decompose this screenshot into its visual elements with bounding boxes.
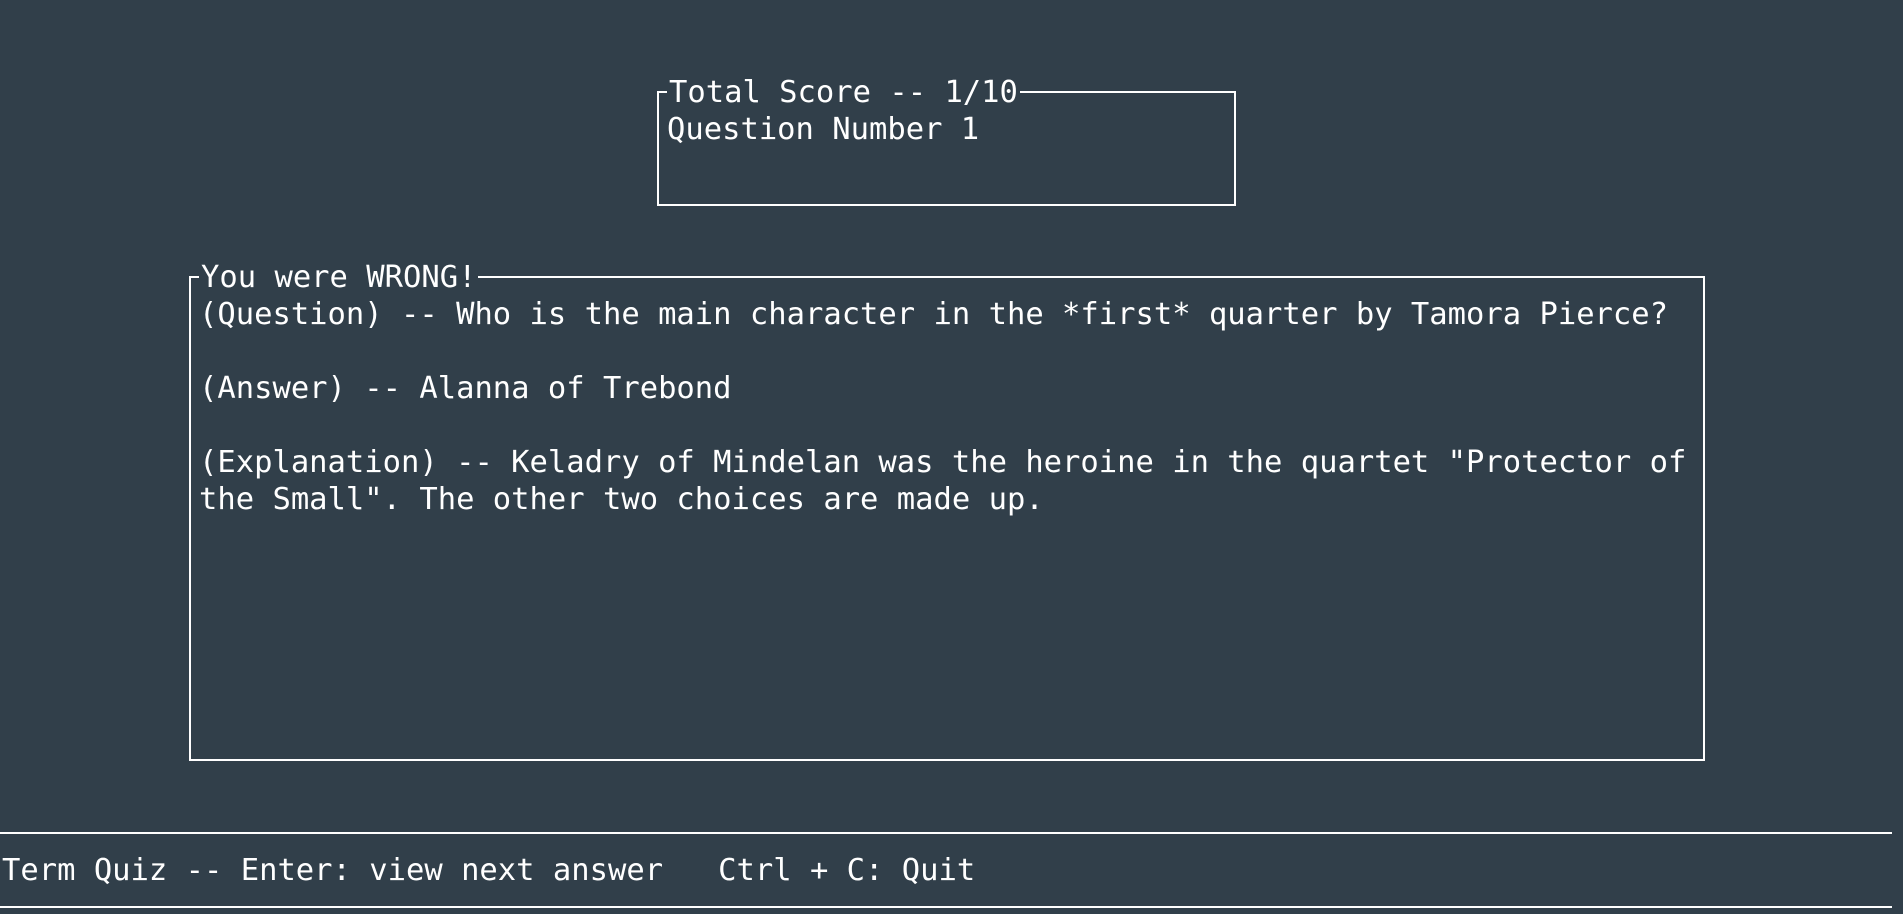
result-panel: You were WRONG! (Question) -- Who is the…: [189, 259, 1705, 761]
answer-text: (Answer) -- Alanna of Trebond: [199, 371, 732, 406]
status-bar-text: Term Quiz -- Enter: view next answer Ctr…: [2, 853, 976, 888]
result-panel-title: You were WRONG!: [199, 259, 479, 296]
explanation-text-line-1: (Explanation) -- Keladry of Mindelan was…: [199, 445, 1687, 480]
score-panel: Total Score -- 1/10 Question Number 1: [657, 74, 1236, 206]
question-number: Question Number 1: [667, 112, 980, 147]
explanation-text-line-2: the Small". The other two choices are ma…: [199, 482, 1044, 517]
score-panel-title: Total Score -- 1/10: [667, 74, 1020, 111]
status-bar-top-divider: [0, 832, 1892, 834]
question-text: (Question) -- Who is the main character …: [199, 297, 1669, 332]
status-bar-bottom-divider: [0, 906, 1892, 908]
